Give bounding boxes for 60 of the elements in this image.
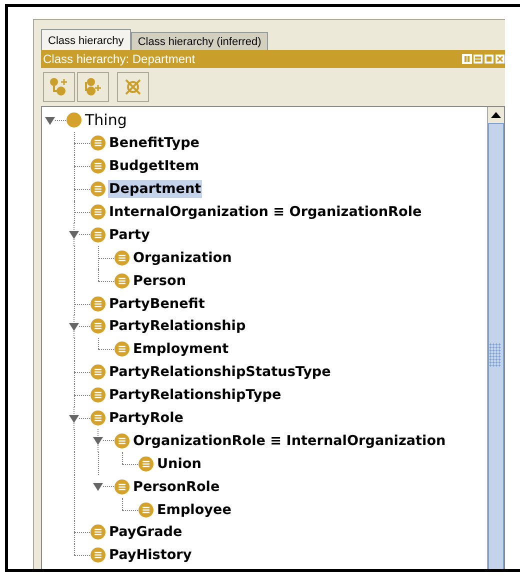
tree-item[interactable]: PartyRole xyxy=(108,409,185,428)
tree-item[interactable]: Party xyxy=(108,226,151,244)
tree-item[interactable]: Union xyxy=(156,454,202,473)
class-icon xyxy=(90,204,106,220)
class-icon xyxy=(114,341,130,358)
expanded-triangle-icon[interactable] xyxy=(66,406,90,430)
columns-icon[interactable] xyxy=(462,54,472,64)
add-sibling-button[interactable] xyxy=(77,72,109,102)
tree-item[interactable]: InternalOrganization ≡ OrganizationRole xyxy=(108,203,423,221)
tree-item[interactable]: BenefitType xyxy=(108,134,201,152)
class-icon xyxy=(138,456,154,472)
tree-item[interactable]: PartyRelationshipStatusType xyxy=(108,363,332,382)
rows-icon[interactable] xyxy=(473,54,483,64)
expanded-triangle-icon[interactable] xyxy=(66,223,90,246)
class-icon xyxy=(90,547,106,564)
tree-item[interactable]: PartyBenefit xyxy=(108,294,206,313)
node-plus-icon xyxy=(49,77,69,97)
class-icon xyxy=(90,296,106,312)
tab[interactable]: Class hierarchy xyxy=(41,29,131,50)
class-icon xyxy=(90,158,106,174)
class-icon xyxy=(138,502,154,518)
tree-item[interactable]: Thing xyxy=(84,110,128,130)
class-icon xyxy=(90,181,106,198)
tree-item[interactable]: Employment xyxy=(132,340,230,358)
crossed-node-icon xyxy=(123,77,143,97)
tree-item[interactable]: Organization xyxy=(132,248,233,267)
class-icon xyxy=(90,226,106,243)
tree-item[interactable]: PersonRole xyxy=(132,478,221,496)
class-icon xyxy=(90,410,106,426)
class-icon xyxy=(90,135,106,152)
tree-item[interactable]: PartyRelationshipType xyxy=(108,386,282,404)
expanded-triangle-icon[interactable] xyxy=(90,429,114,452)
tree-item[interactable]: PayHistory xyxy=(108,546,193,564)
class-icon xyxy=(90,318,106,334)
maximize-icon[interactable] xyxy=(484,54,494,64)
tree-item[interactable]: Person xyxy=(132,272,187,290)
class-icon xyxy=(114,478,130,495)
scrollbar-thumb[interactable] xyxy=(488,123,504,569)
class-icon xyxy=(114,432,130,449)
class-circle-icon xyxy=(66,112,82,128)
class-icon xyxy=(90,524,106,540)
expanded-triangle-icon[interactable] xyxy=(66,315,90,338)
tab[interactable]: Class hierarchy (inferred) xyxy=(130,32,268,50)
class-icon xyxy=(90,387,106,404)
tree-item[interactable]: PartyRelationship xyxy=(108,317,247,336)
tree-item[interactable]: OrganizationRole ≡ InternalOrganization xyxy=(132,432,447,450)
up-arrow-icon xyxy=(491,112,501,118)
tree-item[interactable]: Employee xyxy=(156,500,232,519)
class-icon xyxy=(90,364,106,380)
tree-item[interactable]: Department xyxy=(108,180,202,198)
add-subclass-button[interactable] xyxy=(43,72,75,102)
class-icon xyxy=(114,250,130,266)
tree-item[interactable]: PayGrade xyxy=(108,523,184,542)
tree-item[interactable]: BudgetItem xyxy=(108,157,200,176)
pane-title: Class hierarchy: Department xyxy=(43,52,196,66)
delete-class-button[interactable] xyxy=(117,72,149,102)
node-plus-icon xyxy=(83,77,103,97)
scroll-up-button[interactable] xyxy=(488,107,504,123)
class-icon xyxy=(114,272,130,289)
close-icon[interactable] xyxy=(495,54,505,64)
